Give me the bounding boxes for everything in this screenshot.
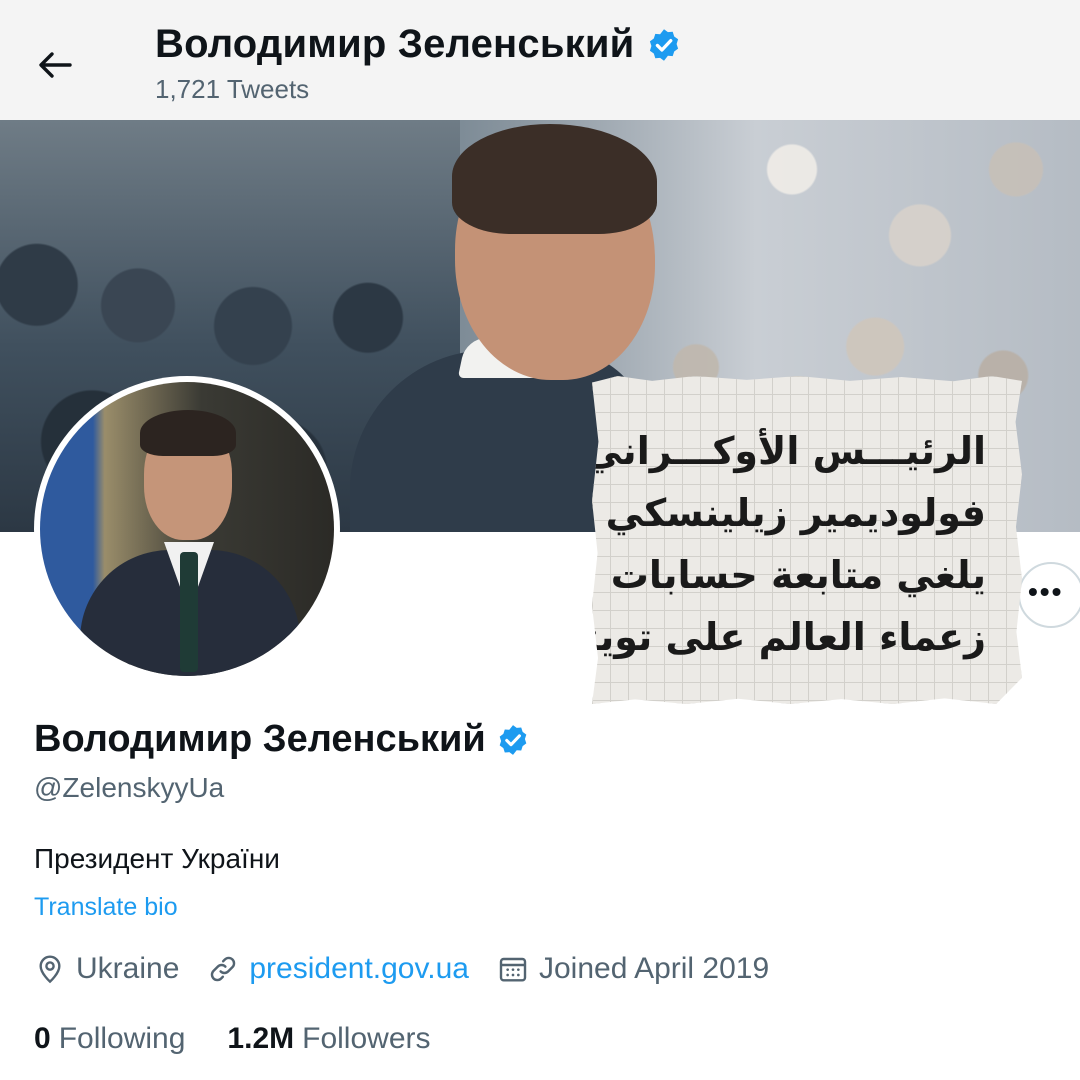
verified-badge-icon [650, 28, 679, 61]
headline-line: الرئيـــس الأوكـــراني [583, 429, 986, 473]
link-icon [211, 956, 236, 982]
followers-count: 1.2M [227, 1022, 295, 1055]
profile-avatar[interactable] [34, 376, 340, 682]
bio-text: Президент України [34, 843, 280, 874]
back-arrow-icon[interactable] [30, 40, 80, 90]
more-horizontal-icon: ••• [1028, 576, 1064, 607]
avatar-hair [140, 410, 236, 456]
location-text: Ukraine [76, 952, 180, 985]
joined-text: Joined April 2019 [538, 952, 770, 985]
headline-line: زعماء العالم على تويتر [560, 615, 986, 659]
more-options-button[interactable]: ••• [1018, 562, 1080, 628]
calendar-icon [499, 957, 527, 982]
headline-text: الرئيـــس الأوكـــراني فولوديمير زيلينسك… [560, 420, 986, 668]
header-name: Володимир Зеленський [155, 22, 635, 66]
user-handle: @ZelenskyyUa [34, 772, 225, 803]
display-name-row: Володимир Зеленський [34, 718, 530, 761]
header-title-row: Володимир Зеленський [155, 22, 682, 67]
translate-bio-link[interactable]: Translate bio [34, 893, 178, 922]
website-item: president.gov.ua [207, 952, 469, 986]
website-link[interactable]: president.gov.ua [249, 952, 469, 986]
banner-person-hair [452, 124, 657, 234]
avatar-photo [40, 382, 334, 676]
verified-badge-icon [499, 724, 527, 755]
joined-item: Joined April 2019 [497, 952, 769, 986]
following-count: 0 [34, 1022, 51, 1055]
followers-stat[interactable]: 1.2M Followers [227, 1022, 430, 1056]
location-pin-icon [39, 955, 61, 984]
display-name: Володимир Зеленський [34, 718, 486, 760]
profile-meta: Ukraine president.gov.ua Joined April 20… [34, 952, 797, 986]
followers-label: Followers [302, 1022, 431, 1055]
headline-line: يلغي متابعة حسابات [610, 553, 986, 597]
location-item: Ukraine [34, 952, 179, 986]
following-label: Following [58, 1022, 186, 1055]
avatar-tie [180, 552, 198, 672]
follow-stats: 0 Following 1.2M Followers [34, 1022, 473, 1056]
headline-overlay: الرئيـــس الأوكـــراني فولوديمير زيلينسك… [592, 376, 1022, 704]
following-stat[interactable]: 0 Following [34, 1022, 185, 1056]
headline-line: فولوديمير زيلينسكي [605, 491, 986, 535]
tweet-count: 1,721 Tweets [155, 74, 310, 104]
profile-header: Володимир Зеленський 1,721 Tweets [0, 0, 1080, 120]
